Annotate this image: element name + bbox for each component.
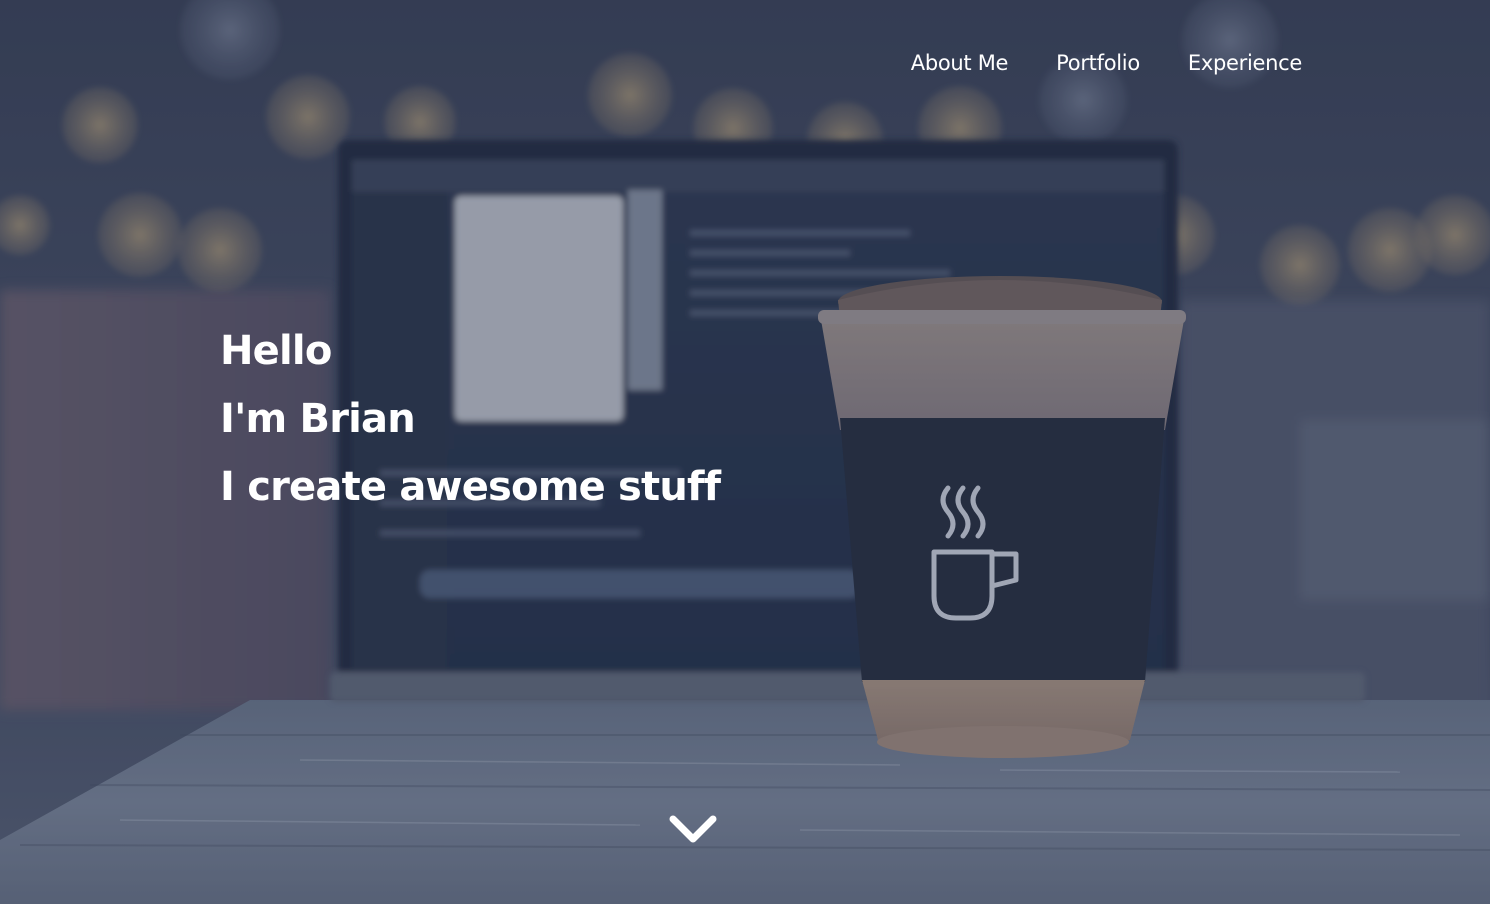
nav-link-experience[interactable]: Experience	[1188, 48, 1302, 78]
hero-tagline: I create awesome stuff	[220, 464, 721, 510]
hero-name: I'm Brian	[220, 396, 416, 442]
hero-section: About Me Portfolio Experience Hello I'm …	[0, 0, 1490, 904]
hero-greeting: Hello	[220, 328, 332, 374]
coffee-cup	[818, 276, 1186, 758]
nav-link-about-me[interactable]: About Me	[911, 48, 1009, 78]
hero-intro: Hello I'm Brian I create awesome stuff	[220, 324, 721, 528]
top-navigation: About Me Portfolio Experience	[911, 48, 1303, 78]
nav-link-portfolio[interactable]: Portfolio	[1056, 48, 1140, 78]
chevron-down-icon[interactable]	[667, 811, 719, 847]
